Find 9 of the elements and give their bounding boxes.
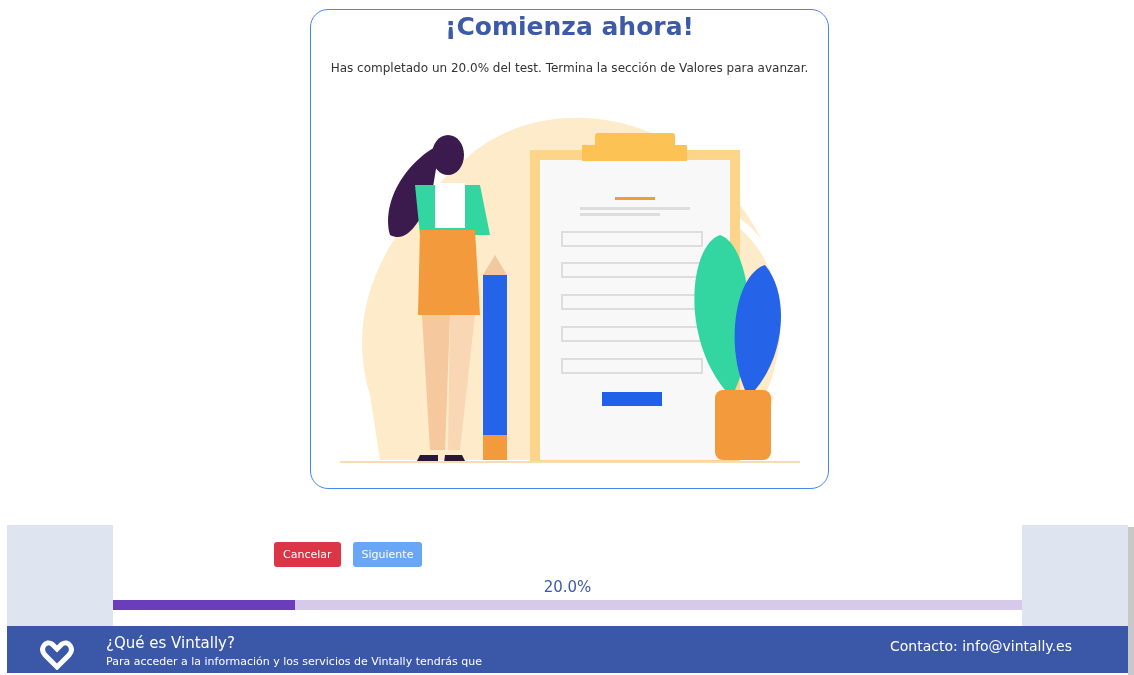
progress-percentage: 20.0% bbox=[542, 578, 593, 596]
footer-text: Para acceder a la información y los servicios de Vintally tendrás que bbox=[106, 655, 483, 669]
next-button[interactable]: Siguiente bbox=[352, 542, 423, 567]
heart-logo-icon bbox=[40, 640, 74, 670]
cancel-button[interactable]: Cancelar bbox=[274, 542, 341, 567]
footer-heading: ¿Qué es Vintally? bbox=[106, 634, 236, 652]
card-title: ¡Comienza ahora! bbox=[445, 12, 694, 41]
contact-text: Contacto: info@vintally.es bbox=[890, 638, 1072, 656]
progress-message: Has completado un 20.0% del test. Termina la sección de Valores para avanzar. bbox=[330, 61, 809, 75]
